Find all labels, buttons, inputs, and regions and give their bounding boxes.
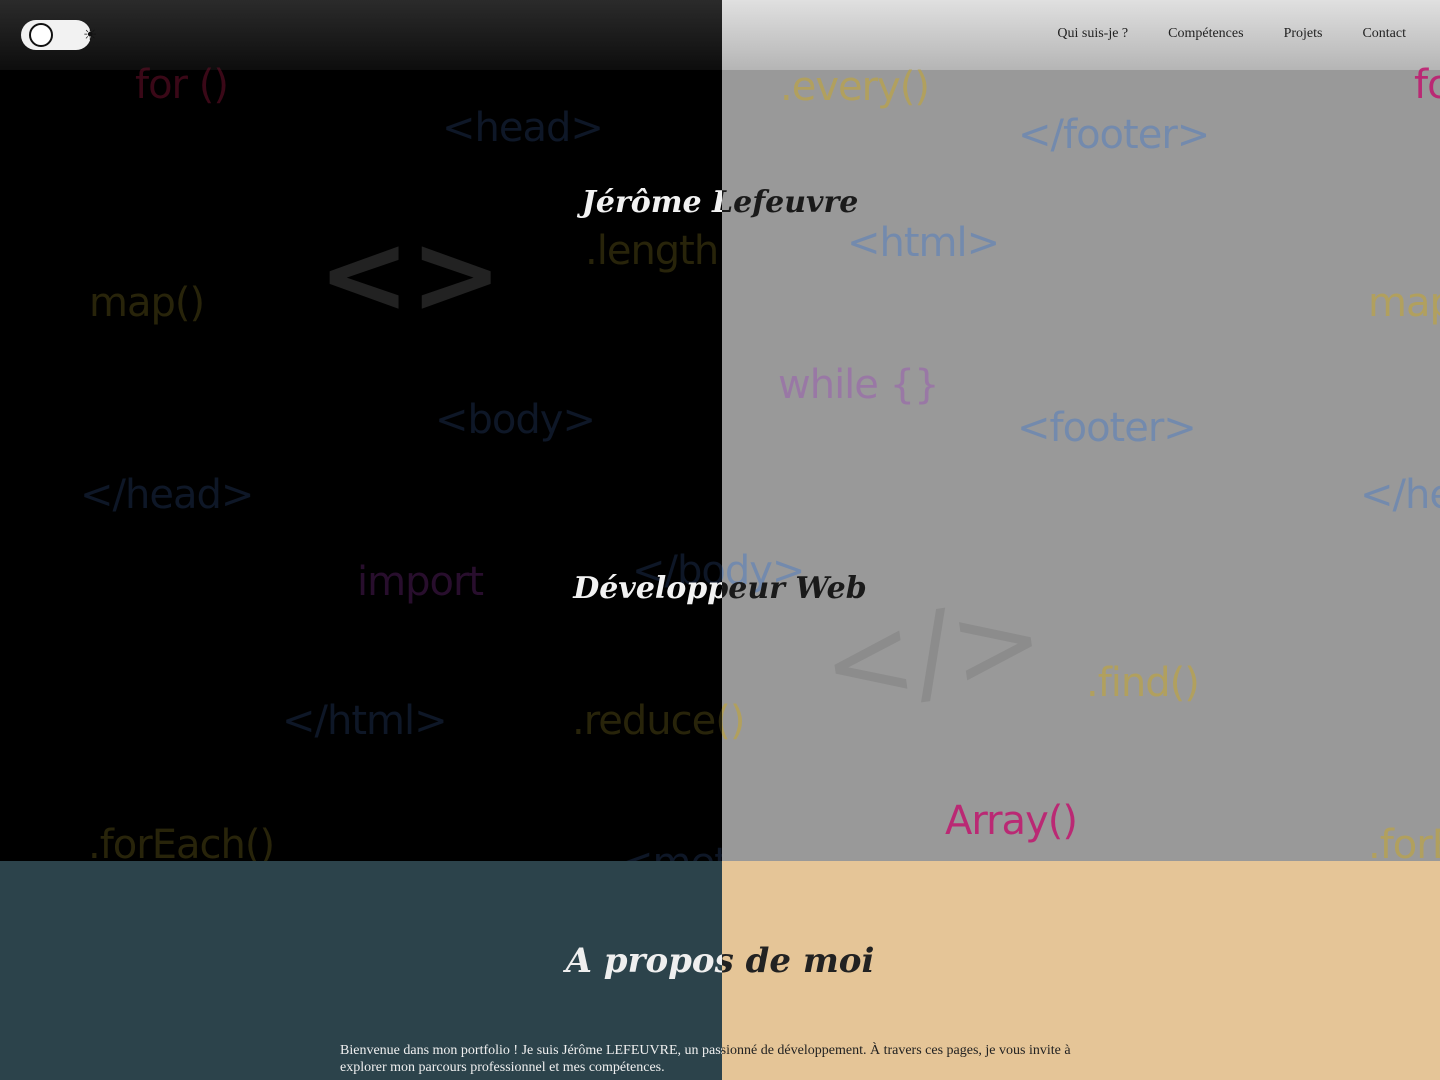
keyword-html-close: </html> xyxy=(282,698,448,744)
keyword-for-edge: for () xyxy=(1414,62,1440,108)
nav-item-competences[interactable]: Compétences xyxy=(1168,26,1243,42)
keyword-head-close: </head> xyxy=(80,472,254,518)
sun-icon: ☀ xyxy=(83,25,98,44)
toggle-knob[interactable] xyxy=(29,23,53,47)
keyword-array: Array() xyxy=(945,798,1078,844)
keyword-find: .find() xyxy=(1086,660,1200,706)
keyword-length: .length xyxy=(585,228,719,274)
keyword-footer-open: <footer> xyxy=(1017,405,1197,451)
keyword-head-close-edge: </head> xyxy=(1360,472,1440,518)
keyword-while: while {} xyxy=(778,362,940,408)
brackets-icon: <> xyxy=(318,210,503,338)
keyword-footer-close: </footer> xyxy=(1018,112,1210,158)
theme-toggle[interactable]: ☀ xyxy=(21,20,97,50)
keyword-reduce: .reduce() xyxy=(572,698,745,744)
nav-item-contact[interactable]: Contact xyxy=(1362,26,1406,42)
main-nav: Qui suis-je ? Compétences Projets Contac… xyxy=(1057,26,1406,42)
keyword-head-open: <head> xyxy=(442,105,604,151)
nav-item-qui-suis-je[interactable]: Qui suis-je ? xyxy=(1057,26,1128,42)
nav-item-projets[interactable]: Projets xyxy=(1284,26,1323,42)
keyword-map-edge: map() xyxy=(1368,280,1440,326)
keyword-map: map() xyxy=(89,280,205,326)
keyword-for: for () xyxy=(135,62,229,108)
keyword-every: .every() xyxy=(780,64,930,110)
keyword-html-open: <html> xyxy=(847,220,1000,266)
keyword-body-open: <body> xyxy=(435,397,596,443)
